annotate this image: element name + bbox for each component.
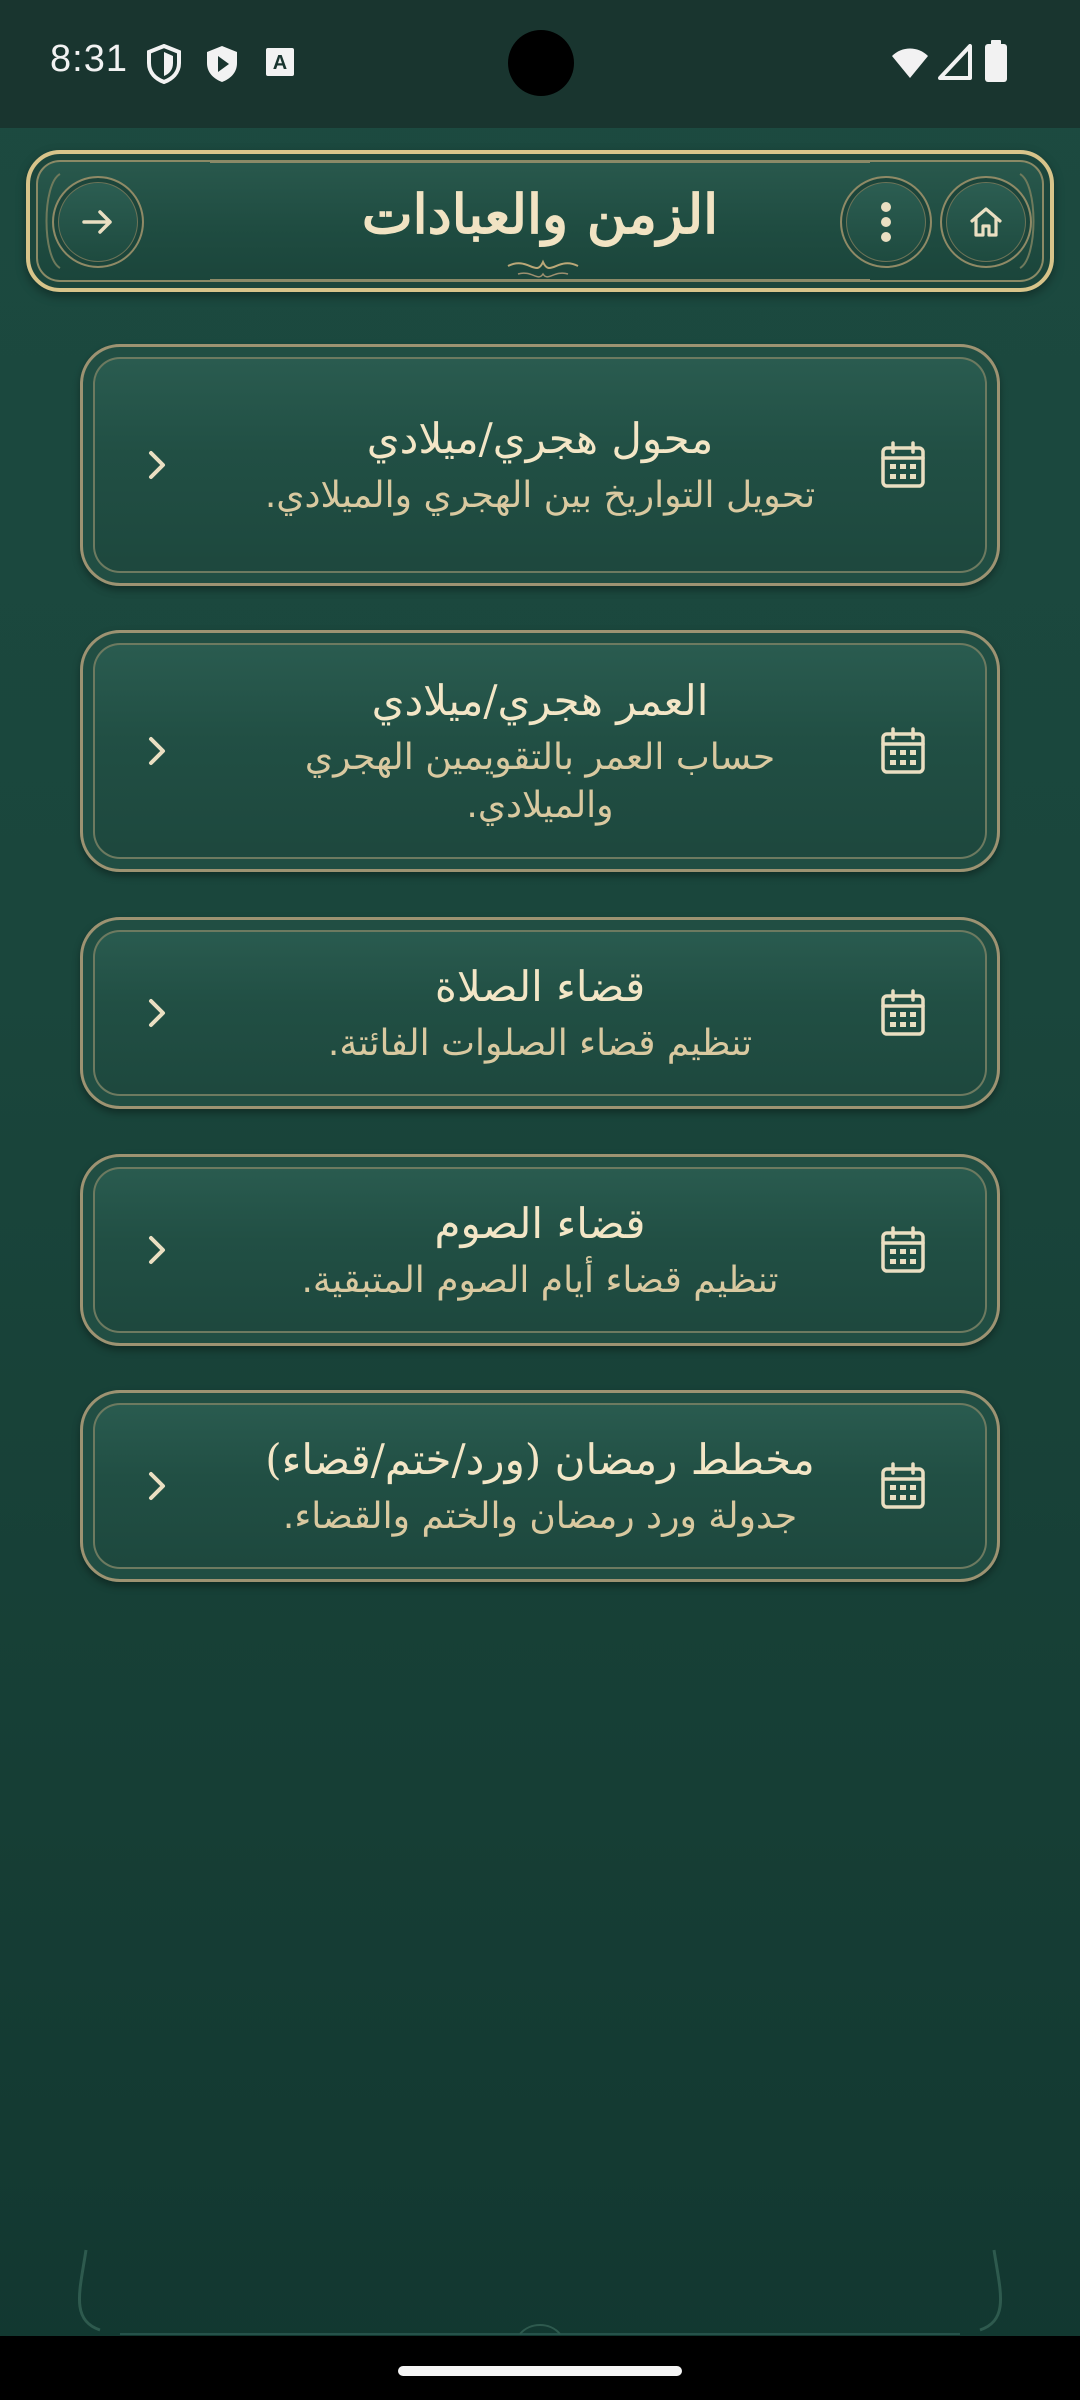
status-time: 8:31 <box>50 38 128 80</box>
card-title: العمر هجري/ميلادي <box>371 676 709 725</box>
system-nav-bar <box>0 2336 1080 2400</box>
card-hijri-gregorian-converter[interactable]: محول هجري/ميلادي تحويل التواريخ بين الهج… <box>80 344 1000 586</box>
card-prayer-makeup[interactable]: قضاء الصلاة تنظيم قضاء الصلوات الفائتة. <box>80 917 1000 1109</box>
card-title: قضاء الصلاة <box>434 962 646 1011</box>
calendar-icon <box>881 989 925 1036</box>
home-gesture-handle[interactable] <box>398 2366 682 2376</box>
status-bar: 8:31 A <box>0 0 1080 128</box>
battery-icon <box>985 40 1007 82</box>
calendar-icon <box>881 1226 925 1273</box>
card-text: العمر هجري/ميلادي حساب العمر بالتقويمين … <box>233 633 847 869</box>
card-text: قضاء الصلاة تنظيم قضاء الصلوات الفائتة. <box>233 920 847 1106</box>
card-age-calculator[interactable]: العمر هجري/ميلادي حساب العمر بالتقويمين … <box>80 630 1000 872</box>
card-title: محول هجري/ميلادي <box>366 414 714 463</box>
card-text: قضاء الصوم تنظيم قضاء أيام الصوم المتبقي… <box>233 1157 847 1343</box>
card-fasting-makeup[interactable]: قضاء الصوم تنظيم قضاء أيام الصوم المتبقي… <box>80 1154 1000 1346</box>
card-text: مخطط رمضان (ورد/ختم/قضاء) جدولة ورد رمضا… <box>233 1393 847 1579</box>
card-description: حساب العمر بالتقويمين الهجري والميلادي. <box>304 737 776 826</box>
signal-icon <box>938 44 972 80</box>
more-vert-icon <box>881 202 891 242</box>
card-description: تنظيم قضاء أيام الصوم المتبقية. <box>301 1260 779 1301</box>
app-header: الزمن والعبادات <box>26 150 1054 292</box>
more-options-button[interactable] <box>840 176 932 268</box>
card-title: مخطط رمضان (ورد/ختم/قضاء) <box>265 1435 815 1484</box>
chevron-left-icon <box>149 451 165 479</box>
card-description: تنظيم قضاء الصلوات الفائتة. <box>327 1023 753 1064</box>
chevron-left-icon <box>149 1472 165 1500</box>
home-icon <box>970 207 1002 237</box>
card-description: تحويل التواريخ بين الهجري والميلادي. <box>264 475 816 516</box>
card-description: جدولة ورد رمضان والختم والقضاء. <box>282 1496 798 1537</box>
background-ornament <box>77 2249 1003 2335</box>
home-button[interactable] <box>940 176 1032 268</box>
card-text: محول هجري/ميلادي تحويل التواريخ بين الهج… <box>233 347 847 583</box>
card-ramadan-planner[interactable]: مخطط رمضان (ورد/ختم/قضاء) جدولة ورد رمضا… <box>80 1390 1000 1582</box>
keyboard-a-icon: A <box>266 48 294 76</box>
chevron-left-icon <box>149 737 165 765</box>
title-ornament <box>507 259 579 278</box>
calendar-icon <box>881 727 925 774</box>
play-protect-icon <box>207 46 237 82</box>
chevron-left-icon <box>149 1236 165 1264</box>
calendar-icon <box>881 1462 925 1509</box>
camera-cutout <box>508 30 574 96</box>
card-title: قضاء الصوم <box>434 1199 646 1248</box>
wifi-icon <box>892 48 928 78</box>
svg-text:A: A <box>273 52 287 74</box>
shield-icon <box>147 44 181 84</box>
calendar-icon <box>881 441 925 488</box>
chevron-left-icon <box>149 999 165 1027</box>
